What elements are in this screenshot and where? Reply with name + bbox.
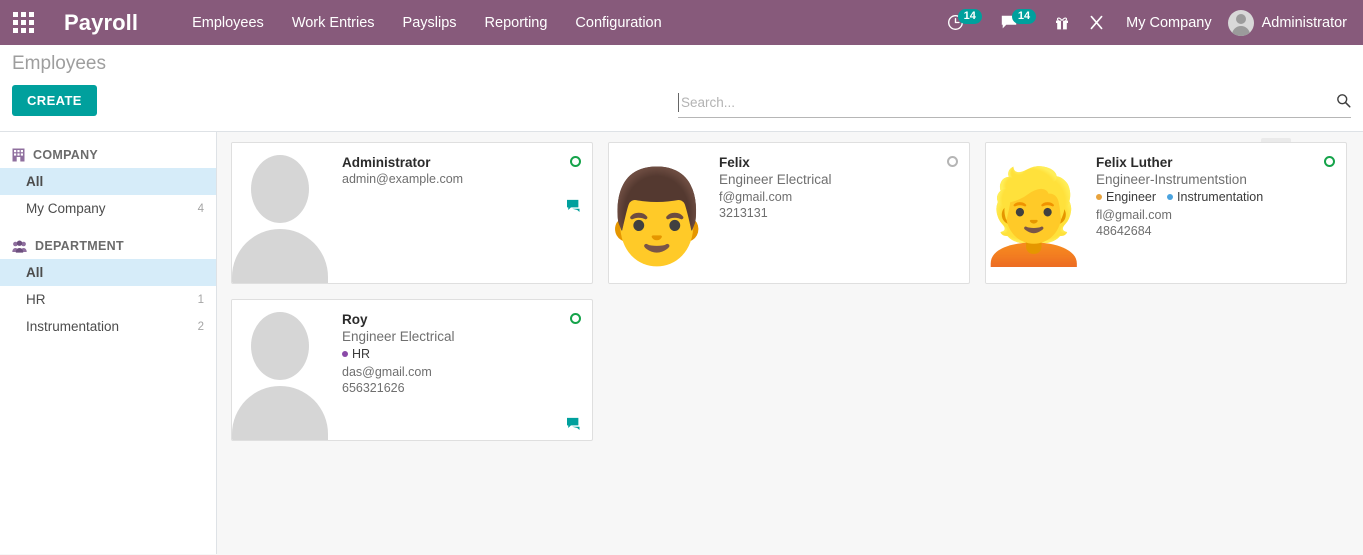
sidebar-section-department-title: DEPARTMENT: [35, 239, 124, 253]
employee-tags: HR: [342, 347, 580, 361]
app-brand-payroll[interactable]: Payroll: [64, 10, 138, 36]
chat-bubble-icon[interactable]: [566, 417, 582, 434]
employee-name: Administrator: [342, 155, 431, 170]
status-badge-offline[interactable]: [947, 156, 958, 167]
status-badge-online[interactable]: [570, 156, 581, 167]
sidebar-item-count: 4: [197, 202, 204, 215]
sidebar-item-label: All: [26, 265, 44, 280]
employee-job-title: Engineer Electrical: [719, 172, 832, 187]
sidebar-item-count: 1: [197, 293, 204, 306]
employee-email: das@gmail.com: [342, 365, 432, 379]
sidebar-item-department-all[interactable]: All: [0, 259, 216, 286]
employee-tag: HR: [342, 347, 370, 361]
people-group-icon: [12, 240, 27, 253]
sidebar-item-label: My Company: [26, 201, 106, 216]
employee-tags: Engineer Instrumentation: [1096, 190, 1334, 204]
employee-photo: [232, 300, 328, 440]
debug-tools-button[interactable]: [1079, 0, 1114, 45]
sidebar-item-company-all[interactable]: All: [0, 168, 216, 195]
breadcrumb[interactable]: Employees: [12, 53, 106, 75]
tag-color-dot: [342, 351, 348, 357]
employee-name: Roy: [342, 312, 368, 327]
employee-card[interactable]: 👱 Felix Luther Engineer-Instrumentstion …: [985, 142, 1347, 284]
sidebar-item-department-hr[interactable]: HR 1: [0, 286, 216, 313]
employee-card-body: Roy Engineer Electrical HR das@gmail.com…: [328, 300, 592, 440]
user-menu-label: Administrator: [1261, 14, 1347, 31]
messaging-count-badge: 14: [1011, 9, 1037, 24]
sidebar-item-count: 2: [197, 320, 204, 333]
placeholder-avatar-icon: [232, 143, 328, 283]
employee-card-body: Felix Luther Engineer-Instrumentstion En…: [1082, 143, 1346, 283]
tag-color-dot: [1167, 194, 1174, 200]
employee-job-title: Engineer-Instrumentstion: [1096, 172, 1247, 187]
user-avatar-icon: [1227, 9, 1254, 36]
gift-icon: [1056, 16, 1069, 29]
employee-card[interactable]: 👨 Felix Engineer Electrical f@gmail.com …: [608, 142, 970, 284]
employee-tag: Instrumentation: [1167, 190, 1263, 204]
search-view: [678, 93, 1351, 118]
employee-avatar-emoji: 👨: [609, 151, 705, 283]
sidebar-item-label: HR: [26, 292, 46, 307]
top-navbar: Payroll Employees Work Entries Payslips …: [0, 0, 1363, 45]
employee-card-body: Felix Engineer Electrical f@gmail.com 32…: [705, 143, 969, 283]
search-input[interactable]: [678, 93, 1330, 112]
placeholder-avatar-icon: [232, 300, 328, 440]
main-menu: Employees Work Entries Payslips Reportin…: [178, 2, 676, 44]
activity-menu-button[interactable]: 14: [938, 0, 991, 45]
systray: 14 14 My Company Administrator: [938, 0, 1353, 45]
sidebar-item-label: Instrumentation: [26, 319, 120, 334]
employee-photo: 👨: [609, 143, 705, 283]
messaging-menu-button[interactable]: 14: [991, 0, 1045, 45]
tag-label: Instrumentation: [1177, 190, 1264, 204]
menu-item-employees[interactable]: Employees: [178, 2, 278, 44]
status-badge-online[interactable]: [1324, 156, 1335, 167]
employee-card[interactable]: Roy Engineer Electrical HR das@gmail.com…: [231, 299, 593, 441]
employee-kanban-grid: Administrator admin@example.com 👨: [231, 142, 1353, 441]
apps-menu-button[interactable]: [0, 0, 46, 45]
search-panel-sidebar: COMPANY All My Company 4 DEPARTMENT All: [0, 132, 217, 554]
tag-label: HR: [352, 347, 371, 361]
employee-card[interactable]: Administrator admin@example.com: [231, 142, 593, 284]
menu-item-payslips[interactable]: Payslips: [389, 2, 471, 44]
apps-grid-icon: [12, 12, 34, 33]
employee-tag: Engineer: [1096, 190, 1156, 204]
company-switcher[interactable]: My Company: [1114, 15, 1223, 31]
employee-name: Felix Luther: [1096, 155, 1173, 170]
employee-email: f@gmail.com: [719, 190, 793, 204]
activity-count-badge: 14: [957, 9, 982, 24]
employee-photo: [232, 143, 328, 283]
kanban-content: Administrator admin@example.com 👨: [217, 132, 1363, 554]
menu-item-configuration[interactable]: Configuration: [561, 2, 675, 44]
menu-item-work-entries[interactable]: Work Entries: [278, 2, 389, 44]
tag-color-dot: [1096, 194, 1102, 200]
user-menu[interactable]: Administrator: [1224, 9, 1353, 36]
employee-phone: 48642684: [1096, 224, 1152, 238]
page-body: COMPANY All My Company 4 DEPARTMENT All: [0, 132, 1363, 554]
employee-name: Felix: [719, 155, 750, 170]
employee-job-title: Engineer Electrical: [342, 329, 455, 344]
control-panel: Employees CREATE Filters Group By: [0, 45, 1363, 166]
employee-email: admin@example.com: [342, 172, 464, 186]
employee-email: fl@gmail.com: [1096, 208, 1172, 222]
gift-button[interactable]: [1045, 0, 1079, 45]
sidebar-item-department-instrumentation[interactable]: Instrumentation 2: [0, 313, 216, 340]
employee-card-body: Administrator admin@example.com: [328, 143, 592, 283]
menu-item-reporting[interactable]: Reporting: [471, 2, 562, 44]
create-button[interactable]: CREATE: [12, 85, 97, 116]
employee-avatar-emoji: 👱: [986, 151, 1082, 283]
status-badge-online[interactable]: [570, 313, 581, 324]
sidebar-section-department: DEPARTMENT: [0, 233, 216, 259]
employee-phone: 656321626: [342, 381, 405, 395]
chat-bubble-icon[interactable]: [566, 199, 582, 216]
building-icon: [12, 148, 25, 162]
tag-label: Engineer: [1106, 190, 1157, 204]
crossed-tools-icon: [1090, 15, 1103, 30]
sidebar-item-company-my-company[interactable]: My Company 4: [0, 195, 216, 222]
sidebar-item-label: All: [26, 174, 44, 189]
search-icon[interactable]: [1330, 93, 1351, 112]
sidebar-section-company-title: COMPANY: [33, 148, 99, 162]
employee-photo: 👱: [986, 143, 1082, 283]
sidebar-section-company: COMPANY: [0, 142, 216, 168]
employee-phone: 3213131: [719, 206, 768, 220]
